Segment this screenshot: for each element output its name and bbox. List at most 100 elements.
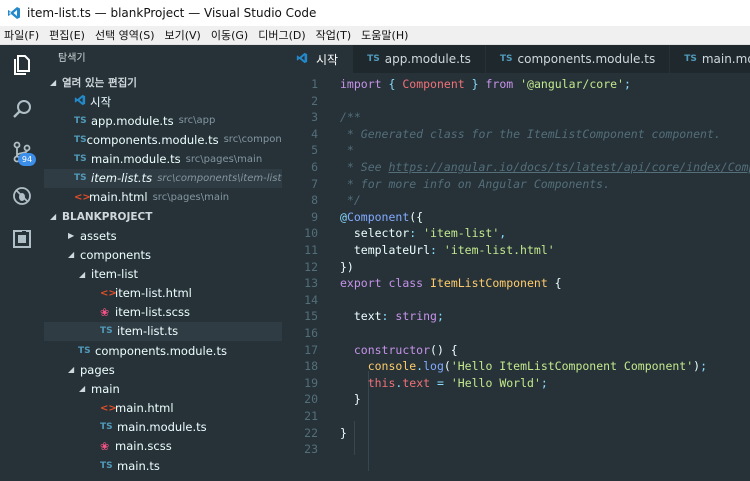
open-editors-label: 열려 있는 편집기 <box>62 77 137 89</box>
code-token: this <box>367 375 396 390</box>
menu-item[interactable]: 보기(V) <box>164 27 200 43</box>
code-line: 11 templateUrl: 'item-list.html' <box>282 242 750 259</box>
project-name: BLANKPROJECT <box>62 210 153 223</box>
extensions-icon[interactable] <box>6 223 38 255</box>
line-code: * <box>340 142 354 159</box>
typescript-file-icon: TS <box>74 173 87 184</box>
code-line: 18 console.log('Hello ItemListComponent … <box>282 358 750 375</box>
tree-item-name: pages <box>80 362 115 377</box>
chevron-right-icon: ▶ <box>68 231 75 241</box>
line-code: this.text = 'Hello World'; <box>340 375 548 392</box>
line-code: console.log('Hello ItemListComponent Com… <box>340 358 707 375</box>
code-line: 12}) <box>282 259 750 276</box>
code-line: 13 export class ItemListComponent { <box>282 275 750 292</box>
tree-item-name: main.scss <box>115 439 172 454</box>
source-control-badge: 94 <box>18 153 36 166</box>
typescript-file-icon: TS <box>74 154 87 165</box>
code-line: 10 selector: 'item-list', <box>282 225 750 242</box>
code-line: 1 import { Component } from '@angular/cor… <box>282 76 750 93</box>
code-token: 'item-list' <box>423 226 500 241</box>
open-editors-header[interactable]: ◢ 열려 있는 편집기 <box>44 73 282 92</box>
line-code: * for more info on Angular Components. <box>340 176 610 193</box>
vscode-window: item-list.ts — blankProject — Visual Stu… <box>0 0 750 481</box>
folder-item[interactable]: ◢ item-list <box>44 265 282 284</box>
code-token: * Generated class for the ItemListCompon… <box>340 126 721 141</box>
editor-tab[interactable]: TS main.mo <box>670 45 750 73</box>
line-number: 20 <box>304 392 318 407</box>
code-token: ; <box>436 309 444 324</box>
line-number: 11 <box>304 243 318 257</box>
file-item[interactable]: <> item-list.html <box>44 284 282 303</box>
open-editor-name: item-list.ts <box>91 171 153 186</box>
typescript-file-icon: TS <box>684 54 697 64</box>
open-editor-item[interactable]: TS main.module.ts src\pages\main <box>44 150 282 169</box>
line-code: }) <box>340 259 354 276</box>
file-item[interactable]: <> main.html <box>44 399 282 418</box>
line-number: 4 <box>311 126 318 141</box>
tree-item-name: item-list.scss <box>115 305 190 320</box>
search-icon[interactable] <box>6 93 38 125</box>
file-item[interactable]: TS main.ts <box>44 456 282 475</box>
menu-item[interactable]: 디버그(D) <box>258 27 305 43</box>
open-editor-item[interactable]: TScomponents.module.ts src\compone... <box>44 130 282 149</box>
tree-item-name: item-list.ts <box>117 324 179 339</box>
open-editor-name: 시작 <box>90 94 112 109</box>
menu-bar: 파일(F) 편집(E) 선택 영역(S) 보기(V) 이동(G) 디버그(D) 작업(T) 도… <box>0 26 750 45</box>
open-editor-item[interactable]: <> main.html src\pages\main <box>44 188 282 207</box>
tree-item-name: main.html <box>115 401 174 416</box>
line-code: @Component({ <box>340 209 423 226</box>
tree-item-name: assets <box>80 228 117 243</box>
file-item[interactable]: ❀ main.scss <box>44 437 282 456</box>
file-item[interactable]: TS components.module.ts <box>44 341 282 360</box>
chevron-down-icon: ◢ <box>50 78 57 87</box>
folder-item[interactable]: ◢ main <box>44 379 282 398</box>
code-line: 16 <box>282 325 750 342</box>
explorer-sidebar: 탐색기 ◢ 열려 있는 편집기 시작 TS app.module.ts src\app TS… <box>44 45 282 481</box>
code-token: string <box>395 309 437 324</box>
menu-item[interactable]: 이동(G) <box>211 27 248 43</box>
editor-tab[interactable]: TS components.module.ts <box>485 45 671 73</box>
folder-item[interactable]: ◢ components <box>44 245 282 264</box>
menu-item[interactable]: 선택 영역(S) <box>95 27 155 43</box>
code-token: * <box>340 143 354 158</box>
menu-item[interactable]: 도움말(H) <box>361 27 408 43</box>
html-file-icon: <> <box>100 287 117 299</box>
project-header[interactable]: ◢ BLANKPROJECT <box>44 207 282 226</box>
vscode-icon <box>74 94 90 109</box>
open-editor-item[interactable]: TS item-list.ts src\components\item-list <box>44 168 282 188</box>
file-item[interactable]: TS item-list.ts <box>44 321 282 341</box>
code-token: ; <box>623 77 631 91</box>
open-editor-item[interactable]: 시작 <box>44 92 282 111</box>
line-code: */ <box>340 192 361 209</box>
code-token: from <box>485 77 514 91</box>
line-number: 22 <box>304 425 318 440</box>
debug-icon[interactable] <box>6 180 38 212</box>
explorer-icon[interactable] <box>6 49 38 81</box>
file-item[interactable]: ❀ item-list.scss <box>44 303 282 322</box>
open-editor-name: main.module.ts <box>91 152 181 167</box>
menu-item[interactable]: 작업(T) <box>316 27 352 43</box>
file-item[interactable]: TS main.module.ts <box>44 418 282 437</box>
editor-tab[interactable]: TS app.module.ts <box>353 45 486 73</box>
editor-tab[interactable]: 시작 <box>282 45 354 73</box>
code-token: 'Hello ItemListComponent Component' <box>450 359 694 374</box>
menu-item[interactable]: 파일(F) <box>4 27 39 43</box>
tab-label: app.module.ts <box>384 52 471 66</box>
tree-item-name: main <box>91 381 120 396</box>
code-token: templateUrl <box>340 243 431 257</box>
open-editor-item[interactable]: TS app.module.ts src\app <box>44 111 282 130</box>
tree-item-name: components <box>80 247 152 262</box>
html-file-icon: <> <box>100 402 117 414</box>
folder-item[interactable]: ◢ pages <box>44 360 282 379</box>
folder-item[interactable]: ▶ assets <box>44 226 282 245</box>
tab-label: main.mo <box>701 52 750 66</box>
code-token: import <box>340 77 382 91</box>
code-line: 6 * See https://angular.io/docs/ts/lates… <box>282 159 750 176</box>
menu-item[interactable]: 편집(E) <box>49 27 85 43</box>
line-code: /** <box>340 109 361 126</box>
code-editor[interactable]: 1 import { Component } from '@angular/cor… <box>282 73 750 481</box>
